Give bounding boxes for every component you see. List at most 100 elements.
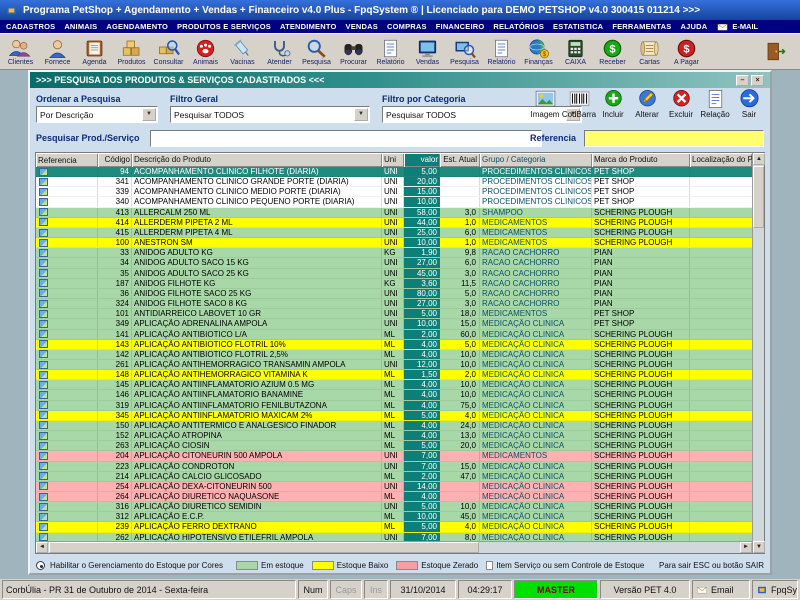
relacao-button[interactable]: Relação: [698, 88, 732, 119]
column-header-referencia[interactable]: Referencia: [36, 153, 98, 167]
toolbar-button-caixa[interactable]: CAIXA: [557, 35, 594, 68]
toolbar-button-relatorio[interactable]: Relatório: [483, 35, 520, 68]
alterar-button[interactable]: Alterar: [630, 88, 664, 119]
toolbar-button-relatorio[interactable]: Relatório: [372, 35, 409, 68]
table-row[interactable]: 101ANTIDIARREICO LABOVET 10 GRUNI5,0018,…: [36, 309, 752, 319]
imagem-button[interactable]: Imagem: [528, 88, 562, 119]
table-row[interactable]: 339ACOMPANHAMENTO CLINICO MEDIO PORTE (D…: [36, 187, 752, 197]
table-row[interactable]: 152APLICAÇÃO ATROPINAML4,0013,0MEDICAÇÃO…: [36, 431, 752, 441]
menu-item-animais[interactable]: ANIMAIS: [64, 22, 97, 31]
table-row[interactable]: 100ANESTRON SMUNI10,001,0MEDICAMENTOSSCH…: [36, 238, 752, 248]
toolbar-button-agenda[interactable]: Agenda: [76, 35, 113, 68]
horizontal-scroll-thumb[interactable]: [49, 542, 479, 553]
menu-item-financeiro[interactable]: FINANCEIRO: [436, 22, 485, 31]
table-row[interactable]: 36ANIDOG FILHOTE SACO 25 KGUNI80,005,0RA…: [36, 289, 752, 299]
table-row[interactable]: 261APLICAÇÃO ANTIHEMORRAGICO TRANSAMIN A…: [36, 360, 752, 370]
menu-item-compras[interactable]: COMPRAS: [387, 22, 427, 31]
menu-item-ferramentas[interactable]: FERRAMENTAS: [612, 22, 671, 31]
table-row[interactable]: 340ACOMPANHAMENTO CLINICO PEQUENO PORTE …: [36, 197, 752, 207]
order-select[interactable]: Por Descrição ▼: [36, 106, 158, 123]
column-header-uni[interactable]: Uni: [382, 153, 404, 167]
toolbar-button-consultar[interactable]: Consultar: [150, 35, 187, 68]
search-input[interactable]: [150, 130, 542, 147]
reference-input[interactable]: [584, 130, 764, 147]
table-row[interactable]: 33ANIDOG ADULTO KGKG1,909,8RACAO CACHORR…: [36, 248, 752, 258]
table-row[interactable]: 34ANIDOG ADULTO SACO 15 KGUNI27,006,0RAC…: [36, 258, 752, 268]
scroll-up-icon[interactable]: ▲: [753, 153, 765, 165]
toolbar-button-atender[interactable]: Atender: [261, 35, 298, 68]
menu-item-vendas[interactable]: VENDAS: [346, 22, 378, 31]
toolbar-button-clientes[interactable]: Clientes: [2, 35, 39, 68]
menu-item-cadastros[interactable]: CADASTROS: [6, 22, 55, 31]
toolbar-button-procurar[interactable]: Procurar: [335, 35, 372, 68]
column-header-est-atual[interactable]: Est. Atual: [440, 153, 480, 167]
table-row[interactable]: 414ALLERDERM PIPETA 2 MLUNI44,001,0MEDIC…: [36, 218, 752, 228]
vertical-scrollbar[interactable]: ▲ ▼: [752, 153, 764, 553]
table-row[interactable]: 349APLICAÇÃO ADRENALINA AMPOLAUNI10,0015…: [36, 319, 752, 329]
panel-minimize-button[interactable]: –: [736, 75, 749, 86]
sair-button[interactable]: Sair: [732, 88, 766, 119]
table-row[interactable]: 142APLICAÇÃO ANTIBIOTICO FLOTRIL 2,5%ML4…: [36, 350, 752, 360]
excluir-button[interactable]: Excluir: [664, 88, 698, 119]
toolbar-button-produtos[interactable]: Produtos: [113, 35, 150, 68]
table-row[interactable]: 413ALLERCALM 250 MLUNI58,003,0SHAMPOOSCH…: [36, 208, 752, 218]
table-row[interactable]: 35ANIDOG ADULTO SACO 25 KGUNI45,003,0RAC…: [36, 269, 752, 279]
toolbar-button-fornece[interactable]: Fornece: [39, 35, 76, 68]
table-row[interactable]: 187ANIDOG FILHOTE KGKG3,6011,5RACAO CACH…: [36, 279, 752, 289]
table-row[interactable]: 214APLICAÇÃO CALCIO GLICOSADOML2,0047,0M…: [36, 472, 752, 482]
table-row[interactable]: 143APLICAÇÃO ANTIBIOTICO FLOTRIL 10%ML4,…: [36, 340, 752, 350]
table-row[interactable]: 145APLICAÇÃO ANTIINFLAMATORIO AZIUM 0.5 …: [36, 380, 752, 390]
column-header-descricao-do-produto[interactable]: Descrição do Produto: [132, 153, 382, 167]
menu-item-atendimento[interactable]: ATENDIMENTO: [280, 22, 337, 31]
toolbar-button-cartas[interactable]: Cartas: [631, 35, 668, 68]
toolbar-button-pesquisa[interactable]: Pesquisa: [298, 35, 335, 68]
incluir-button[interactable]: Incluir: [596, 88, 630, 119]
table-row[interactable]: 263APLICAÇÃO CIOSINML5,0020,0MEDICAÇÃO C…: [36, 441, 752, 451]
status-email[interactable]: Email: [692, 580, 750, 599]
scroll-left-icon[interactable]: ◄: [36, 542, 48, 553]
table-row[interactable]: 148APLICAÇÃO ANTIHEMORRAGICO VITAMINA KM…: [36, 370, 752, 380]
menu-item-email[interactable]: E-MAIL: [716, 22, 758, 32]
table-row[interactable]: 254APLICAÇÃO DEXA-CITONEURIN 500UNI14,00…: [36, 482, 752, 492]
column-header-marca-do-produto[interactable]: Marca do Produto: [592, 153, 690, 167]
table-row[interactable]: 223APLICAÇÃO CONDROTONUNI7,0015,0MEDICAÇ…: [36, 462, 752, 472]
toolbar-button-vendas[interactable]: Vendas: [409, 35, 446, 68]
toolbar-button-animais[interactable]: Animais: [187, 35, 224, 68]
table-row[interactable]: 239APLICAÇÃO FERRO DEXTRANOML5,004,0MEDI…: [36, 522, 752, 532]
toolbar-button-a-pagar[interactable]: A Pagar: [668, 35, 705, 68]
stock-color-toggle[interactable]: [36, 561, 45, 570]
horizontal-scrollbar[interactable]: ◄ ►: [36, 541, 752, 553]
codbarra-button[interactable]: CodBarra: [562, 88, 596, 119]
column-header-localizacao-do-produto[interactable]: Localização do Produto: [690, 153, 752, 167]
toolbar-button-pesquisa[interactable]: Pesquisa: [446, 35, 483, 68]
column-header-codigo[interactable]: Código: [98, 153, 132, 167]
scroll-down-icon[interactable]: ▼: [753, 541, 765, 553]
table-row[interactable]: 415ALLERDERM PIPETA 4 MLUNI25,006,0MEDIC…: [36, 228, 752, 238]
toolbar-button-vacinas[interactable]: Vacinas: [224, 35, 261, 68]
scroll-right-icon[interactable]: ►: [740, 542, 752, 553]
table-row[interactable]: 146APLICAÇÃO ANTIINFLAMATORIO BANAMINEML…: [36, 390, 752, 400]
column-header-grupo-categoria[interactable]: Grupo / Categoria: [480, 153, 592, 167]
table-row[interactable]: 316APLICAÇÃO DIURETICO SEMIDINUNI5,0010,…: [36, 502, 752, 512]
general-filter-select[interactable]: Pesquisar TODOS ▼: [170, 106, 370, 123]
table-row[interactable]: 204APLICAÇÃO CITONEURIN 500 AMPOLAUNI7,0…: [36, 451, 752, 461]
table-row[interactable]: 312APLICAÇÃO E.C.P.ML10,0045,0MEDICAÇÃO …: [36, 512, 752, 522]
menu-item-produtos-e-servicos[interactable]: PRODUTOS E SERVIÇOS: [177, 22, 271, 31]
table-row[interactable]: 324ANIDOG FILHOTE SACO 8 KGUNI27,003,0RA…: [36, 299, 752, 309]
toolbar-button-financas[interactable]: Finanças: [520, 35, 557, 68]
table-row[interactable]: 94ACOMPANHAMENTO CLINICO FILHOTE (DIARIA…: [36, 167, 752, 177]
toolbar-button-receber[interactable]: Receber: [594, 35, 631, 68]
table-row[interactable]: 264APLICAÇÃO DIURETICO NAQUASONEML4,00ME…: [36, 492, 752, 502]
panel-close-button[interactable]: ×: [751, 75, 764, 86]
table-row[interactable]: 345APLICAÇÃO ANTIINFLAMATORIO MAXICAM 2%…: [36, 411, 752, 421]
column-header-valor[interactable]: valor: [404, 153, 440, 167]
menu-item-estatistica[interactable]: ESTATISTICA: [553, 22, 603, 31]
menu-item-relatorios[interactable]: RELATÓRIOS: [493, 22, 544, 31]
table-row[interactable]: 341ACOMPANHAMENTO CLINICO GRANDE PORTE (…: [36, 177, 752, 187]
vertical-scroll-thumb[interactable]: [753, 166, 764, 228]
menu-item-agendamento[interactable]: AGENDAMENTO: [106, 22, 168, 31]
toolbar-button-exit[interactable]: [757, 35, 794, 68]
table-row[interactable]: 150APLICAÇÃO ANTITERMICO E ANALGESICO FI…: [36, 421, 752, 431]
menu-item-ajuda[interactable]: AJUDA: [680, 22, 707, 31]
table-row[interactable]: 141APLICAÇÃO ANTIBIOTICO L/AML2,0060,0ME…: [36, 330, 752, 340]
